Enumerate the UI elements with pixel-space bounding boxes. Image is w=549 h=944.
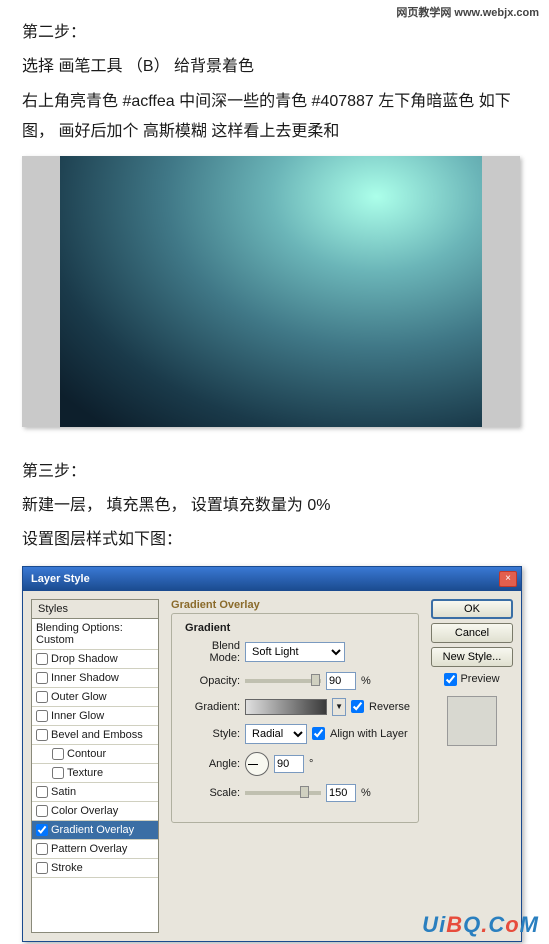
- style-checkbox[interactable]: [36, 824, 48, 836]
- style-label: Texture: [67, 767, 103, 779]
- style-label: Color Overlay: [51, 805, 118, 817]
- close-button[interactable]: ×: [499, 571, 517, 587]
- preview-checkbox[interactable]: [444, 673, 457, 686]
- opacity-slider[interactable]: [245, 679, 321, 683]
- image-gradient-area: [60, 156, 482, 427]
- list-item[interactable]: Outer Glow: [32, 688, 158, 707]
- preview-label: Preview: [460, 673, 499, 685]
- list-item[interactable]: Gradient Overlay: [32, 821, 158, 840]
- angle-input[interactable]: [274, 755, 304, 773]
- blend-mode-label: Blend Mode:: [180, 640, 240, 664]
- scale-slider[interactable]: [245, 791, 321, 795]
- step3-line2: 设置图层样式如下图：: [22, 525, 527, 555]
- style-checkbox[interactable]: [36, 710, 48, 722]
- list-item[interactable]: Stroke: [32, 859, 158, 878]
- style-label: Gradient Overlay: [51, 824, 134, 836]
- angle-unit: °: [309, 758, 313, 770]
- step2-line1: 选择 画笔工具 （B） 给背景着色: [22, 52, 527, 82]
- image-right-padding: [482, 156, 520, 427]
- scale-label: Scale:: [180, 787, 240, 799]
- list-item[interactable]: Bevel and Emboss: [32, 726, 158, 745]
- preview-checkbox-row[interactable]: Preview: [444, 673, 499, 686]
- image-left-padding: [22, 156, 60, 427]
- dialog-buttons-column: OK Cancel New Style... Preview: [431, 599, 513, 933]
- reverse-checkbox[interactable]: [351, 700, 364, 713]
- style-checkbox[interactable]: [36, 672, 48, 684]
- opacity-label: Opacity:: [180, 675, 240, 687]
- step3-line1: 新建一层， 填充黑色， 设置填充数量为 0%: [22, 491, 527, 521]
- angle-label: Angle:: [180, 758, 240, 770]
- style-checkbox[interactable]: [36, 805, 48, 817]
- list-item[interactable]: Inner Glow: [32, 707, 158, 726]
- watermark-top: 网页教学网 www.webjx.com: [396, 4, 539, 20]
- step2-line2: 右上角亮青色 #acffea 中间深一些的青色 #407887 左下角暗蓝色 如…: [22, 87, 527, 148]
- ok-button[interactable]: OK: [431, 599, 513, 619]
- close-icon: ×: [505, 573, 511, 584]
- style-checkbox[interactable]: [36, 862, 48, 874]
- blend-mode-select[interactable]: Soft Light: [245, 642, 345, 662]
- gradient-label: Gradient:: [180, 701, 240, 713]
- style-label: Inner Glow: [51, 710, 104, 722]
- style-label: Style:: [180, 728, 240, 740]
- list-item[interactable]: Contour: [32, 745, 158, 764]
- list-item[interactable]: Pattern Overlay: [32, 840, 158, 859]
- style-select[interactable]: Radial: [245, 724, 307, 744]
- new-style-button[interactable]: New Style...: [431, 647, 513, 667]
- gradient-overlay-panel: Gradient Overlay Gradient Blend Mode: So…: [167, 599, 423, 933]
- gradient-swatch[interactable]: [245, 699, 327, 715]
- opacity-unit: %: [361, 675, 371, 687]
- fieldset-label: Gradient: [182, 622, 233, 634]
- angle-dial[interactable]: [245, 752, 269, 776]
- dialog-title: Layer Style: [27, 573, 499, 585]
- style-checkbox[interactable]: [52, 767, 64, 779]
- align-checkbox[interactable]: [312, 727, 325, 740]
- opacity-input[interactable]: [326, 672, 356, 690]
- panel-title: Gradient Overlay: [171, 599, 419, 611]
- style-checkbox[interactable]: [36, 786, 48, 798]
- style-checkbox[interactable]: [36, 729, 48, 741]
- step3-title: 第三步：: [22, 457, 527, 487]
- style-label: Drop Shadow: [51, 653, 118, 665]
- style-label: Stroke: [51, 862, 83, 874]
- step2-title: 第二步：: [22, 18, 527, 48]
- list-item-blending[interactable]: Blending Options: Custom: [32, 619, 158, 650]
- style-checkbox[interactable]: [36, 691, 48, 703]
- style-checkbox[interactable]: [36, 653, 48, 665]
- style-label: Satin: [51, 786, 76, 798]
- list-item[interactable]: Color Overlay: [32, 802, 158, 821]
- preview-swatch: [447, 696, 497, 746]
- style-label: Bevel and Emboss: [51, 729, 143, 741]
- styles-list: Styles Blending Options: Custom Drop Sha…: [31, 599, 159, 933]
- align-label: Align with Layer: [330, 728, 408, 740]
- dialog-title-bar[interactable]: Layer Style ×: [23, 567, 521, 591]
- watermark-bottom: UiBQ.CoM: [422, 912, 539, 938]
- list-item[interactable]: Drop Shadow: [32, 650, 158, 669]
- reverse-label: Reverse: [369, 701, 410, 713]
- layer-style-dialog: Layer Style × Styles Blending Options: C…: [22, 566, 522, 942]
- style-label: Inner Shadow: [51, 672, 119, 684]
- style-label: Pattern Overlay: [51, 843, 127, 855]
- gradient-dropdown[interactable]: ▼: [332, 698, 346, 716]
- list-item[interactable]: Texture: [32, 764, 158, 783]
- cancel-button[interactable]: Cancel: [431, 623, 513, 643]
- scale-unit: %: [361, 787, 371, 799]
- background-preview-image: [22, 156, 520, 427]
- style-checkbox[interactable]: [52, 748, 64, 760]
- styles-header[interactable]: Styles: [32, 600, 158, 619]
- style-checkbox[interactable]: [36, 843, 48, 855]
- scale-input[interactable]: [326, 784, 356, 802]
- list-item[interactable]: Satin: [32, 783, 158, 802]
- list-item[interactable]: Inner Shadow: [32, 669, 158, 688]
- style-label: Contour: [67, 748, 106, 760]
- style-label: Outer Glow: [51, 691, 107, 703]
